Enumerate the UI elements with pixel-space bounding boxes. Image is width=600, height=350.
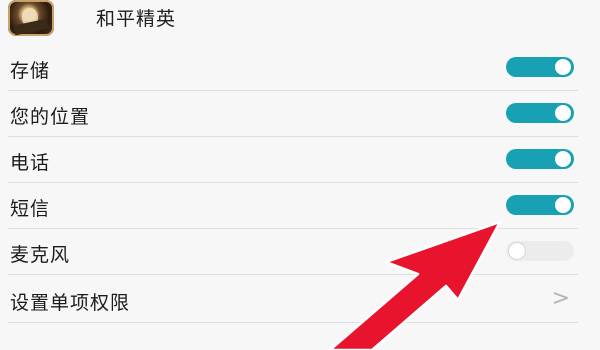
permission-label: 您的位置 (10, 106, 91, 128)
permission-label: 存储 (10, 60, 51, 82)
storage-toggle[interactable] (506, 57, 574, 77)
game-app-icon (8, 0, 54, 36)
permission-settings-screen: 和平精英 存储 您的位置 电话 短信 麦克风 设置单项权限 > (0, 0, 600, 350)
sms-toggle[interactable] (506, 195, 574, 215)
microphone-toggle[interactable] (506, 241, 574, 261)
app-name: 和平精英 (96, 8, 177, 30)
permission-label: 电话 (10, 152, 51, 174)
settings-link-label: 设置单项权限 (10, 292, 131, 314)
permission-row-microphone[interactable]: 麦克风 (8, 228, 578, 275)
permission-label: 短信 (10, 198, 51, 220)
phone-toggle[interactable] (506, 149, 574, 169)
permission-row-location[interactable]: 您的位置 (8, 90, 578, 137)
permission-label: 麦克风 (10, 244, 71, 266)
chevron-right-icon: > (551, 286, 570, 311)
toggle-knob (555, 59, 571, 75)
toggle-knob (555, 197, 571, 213)
permission-row-sms[interactable]: 短信 (8, 182, 578, 229)
toggle-knob (555, 151, 571, 167)
toggle-knob (509, 243, 525, 259)
toggle-knob (555, 105, 571, 121)
location-toggle[interactable] (506, 103, 574, 123)
settings-link-row[interactable]: 设置单项权限 > (8, 276, 578, 323)
app-header: 和平精英 (0, 0, 600, 44)
permission-row-storage[interactable]: 存储 (8, 44, 578, 91)
permission-row-phone[interactable]: 电话 (8, 136, 578, 183)
